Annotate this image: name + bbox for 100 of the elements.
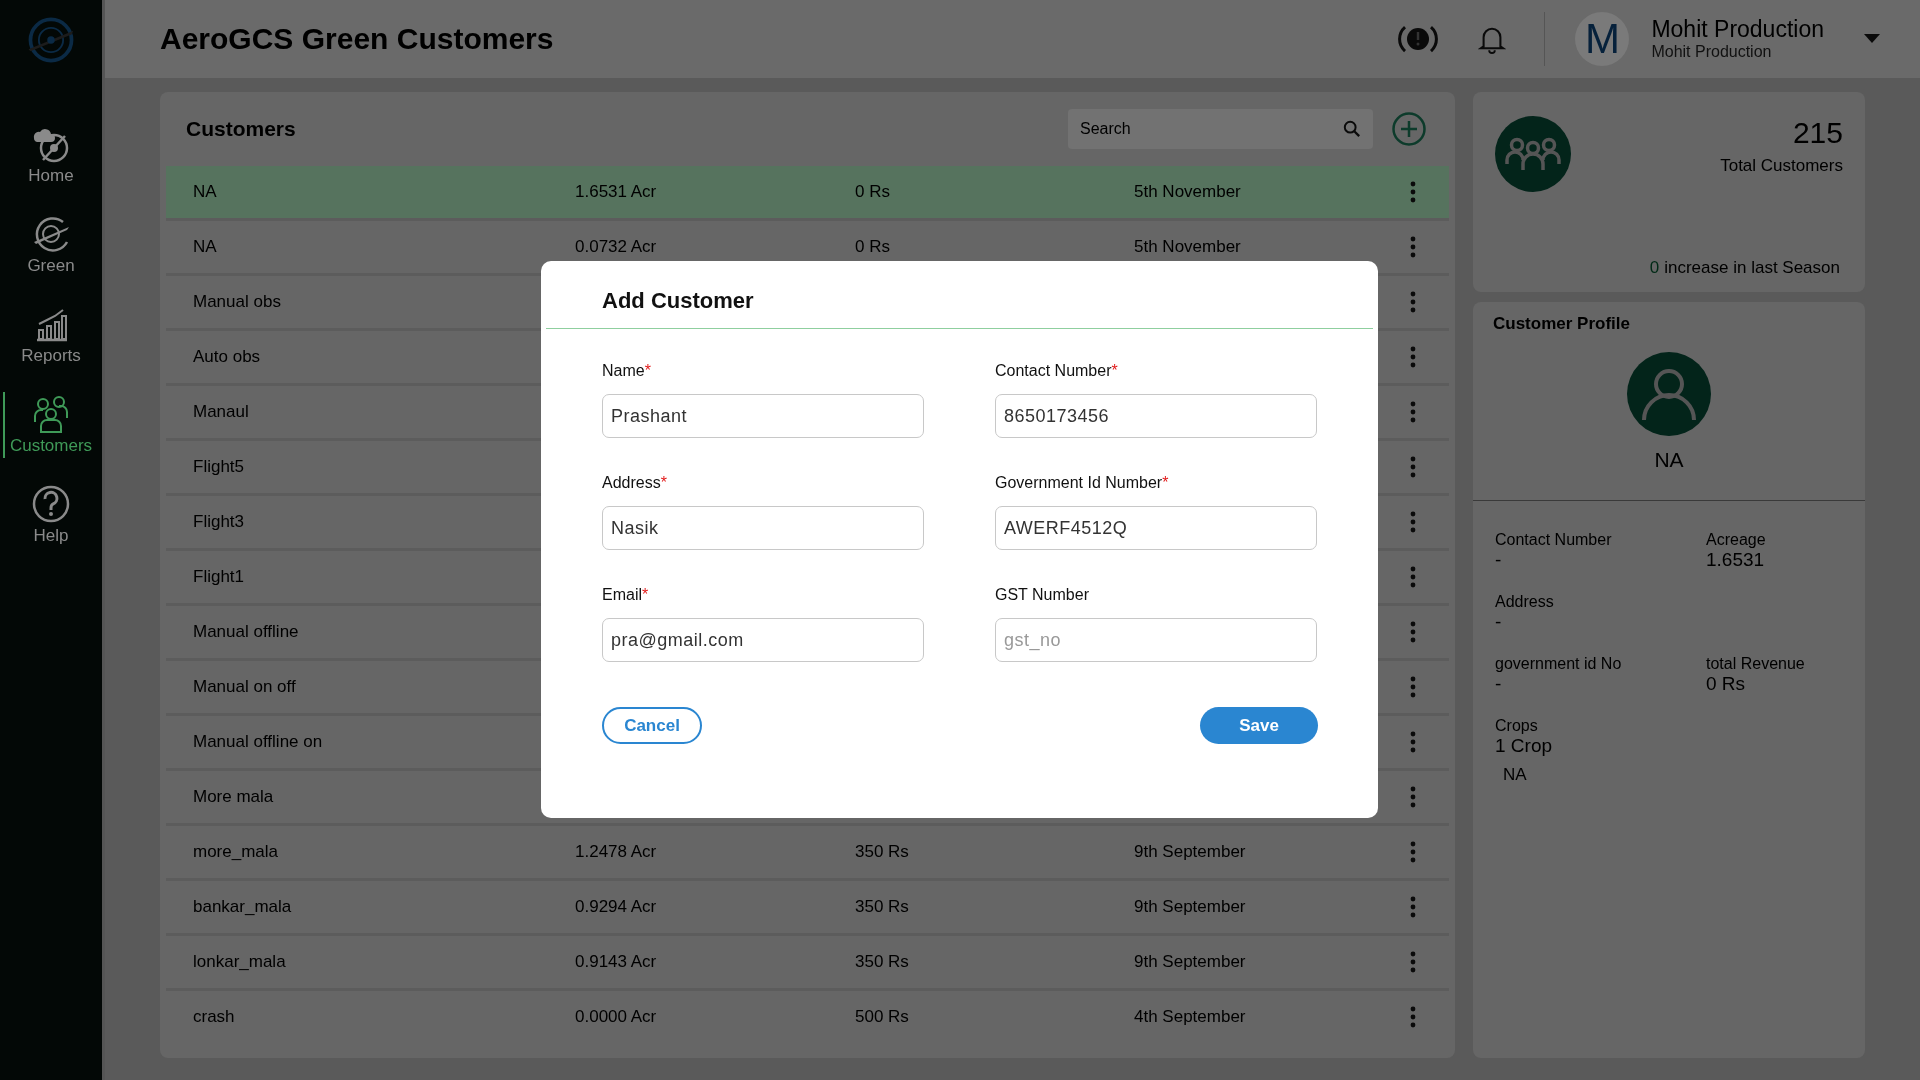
more-icon[interactable] [1410, 951, 1416, 973]
dialog-title: Add Customer [601, 287, 755, 314]
table-cell-text: lonkar_mala [193, 952, 287, 972]
help-icon [31, 484, 71, 524]
customer-name: NA [1654, 448, 1684, 472]
table-cell: 1.2478 Acr [575, 842, 657, 861]
more-icon[interactable] [1410, 621, 1416, 643]
sidebar-item[interactable]: Home [0, 122, 102, 188]
table-cell-text: NA [193, 182, 218, 202]
more-icon[interactable] [1410, 236, 1416, 258]
table-cell: 9th September [1134, 842, 1246, 861]
people-icon [31, 394, 71, 434]
input-field[interactable]: pra@gmail.com [602, 618, 924, 662]
field-label: Crops [1495, 717, 1539, 735]
field-label: total Revenue [1706, 655, 1806, 673]
card-title: Customers [186, 117, 297, 141]
table-cell: 0.9294 Acr [575, 897, 657, 916]
table-cell-text: Manual offline [193, 622, 300, 642]
table-cell-text: Manaul [193, 402, 250, 422]
field-label: Acreage [1706, 531, 1767, 549]
field-label: Email* [602, 586, 650, 604]
more-icon[interactable] [1410, 786, 1416, 808]
user-role: Mohit Production [1651, 44, 1773, 60]
table-row[interactable]: NA 1.6531 Acr 0 Rs 5th November [166, 166, 1449, 218]
sidebar-item[interactable]: Help [0, 482, 102, 548]
table-cell: 0.0000 Acr [575, 1007, 657, 1026]
table-cell: 1.6531 Acr [575, 182, 657, 201]
more-icon[interactable] [1410, 676, 1416, 698]
sidebar-item[interactable]: Green [0, 212, 102, 278]
table-cell: 9th September [1134, 952, 1246, 971]
input-field[interactable]: Nasik [602, 506, 924, 550]
user-name: Mohit Production [1651, 18, 1824, 41]
table-cell-text: crash [193, 1007, 236, 1027]
add-icon[interactable] [1391, 111, 1427, 147]
user-avatar[interactable]: M [1575, 12, 1630, 66]
crop-name: NA [1503, 765, 1527, 785]
table-cell: 0.9143 Acr [575, 952, 657, 971]
person-icon [1627, 352, 1711, 436]
input-field[interactable]: AWERF4512Q [995, 506, 1317, 550]
field-label: government id No [1495, 655, 1623, 673]
field-value: 1 Crop [1495, 735, 1554, 757]
table-cell-text: Manual obs [193, 292, 282, 312]
table-row[interactable]: lonkar_mala 0.9143 Acr 350 Rs 9th September [166, 936, 1449, 988]
alert-icon[interactable] [1398, 23, 1439, 55]
more-icon[interactable] [1410, 896, 1416, 918]
increase-count: 0 [1649, 258, 1660, 278]
table-cell-text: Manual offline on [193, 732, 324, 752]
more-icon[interactable] [1410, 1006, 1416, 1028]
more-icon[interactable] [1410, 291, 1416, 313]
field-value: - [1495, 611, 1503, 633]
table-cell: 5th November [1134, 182, 1241, 201]
table-cell: 350 Rs [855, 897, 909, 916]
table-cell-text: bankar_mala [193, 897, 293, 917]
field-value: - [1495, 673, 1503, 695]
more-icon[interactable] [1410, 731, 1416, 753]
table-cell: 0 Rs [855, 237, 890, 256]
table-cell: 9th September [1134, 897, 1246, 916]
table-row[interactable]: bankar_mala 0.9294 Acr 350 Rs 9th September [166, 881, 1449, 933]
field-value: - [1495, 549, 1503, 571]
more-icon[interactable] [1410, 511, 1416, 533]
table-row[interactable]: crash 0.0000 Acr 500 Rs 4th September [166, 991, 1449, 1043]
table-cell-text: Flight3 [193, 512, 246, 532]
input-field[interactable]: 8650173456 [995, 394, 1317, 438]
search-field[interactable]: Search [1068, 109, 1373, 149]
card-title: Customer Profile [1493, 314, 1630, 334]
more-icon[interactable] [1410, 181, 1416, 203]
more-icon[interactable] [1410, 566, 1416, 588]
table-cell: 0 Rs [855, 182, 890, 201]
page-title: AeroGCS Green Customers [160, 22, 554, 56]
count-label: Total Customers [1720, 156, 1843, 176]
input-field[interactable]: Prashant [602, 394, 924, 438]
table-cell: 4th September [1134, 1007, 1246, 1026]
field-label: Address [1495, 593, 1555, 611]
sidebar-item[interactable]: Reports [0, 302, 102, 368]
table-cell: 350 Rs [855, 842, 909, 861]
more-icon[interactable] [1410, 841, 1416, 863]
table-row[interactable]: more_mala 1.2478 Acr 350 Rs 9th September [166, 826, 1449, 878]
field-label: GST Number [995, 586, 1090, 604]
field-value: 0 Rs [1706, 673, 1747, 695]
field-value: 1.6531 [1706, 549, 1766, 571]
table-cell-text: More mala [193, 787, 275, 807]
cancel-button[interactable]: Cancel [602, 707, 702, 744]
table-cell-text: Flight1 [193, 567, 246, 587]
table-cell: 350 Rs [855, 952, 909, 971]
save-button[interactable]: Save [1200, 707, 1318, 744]
sidebar-item[interactable]: Customers [0, 392, 102, 458]
more-icon[interactable] [1410, 401, 1416, 423]
increase-text: increase in last Season [1664, 258, 1840, 278]
table-cell-text: Auto obs [193, 347, 262, 367]
more-icon[interactable] [1410, 456, 1416, 478]
field-label: Contact Number [1495, 531, 1613, 549]
caret-icon[interactable] [1864, 34, 1880, 44]
field-label: Government Id Number* [995, 474, 1170, 492]
more-icon[interactable] [1410, 346, 1416, 368]
field-label: Name* [602, 362, 652, 380]
group-icon [1495, 116, 1571, 192]
input-field[interactable]: gst_no [995, 618, 1317, 662]
table-cell-text: NA [193, 237, 218, 257]
table-cell: 500 Rs [855, 1007, 909, 1026]
table-cell-text: Flight5 [193, 457, 246, 477]
